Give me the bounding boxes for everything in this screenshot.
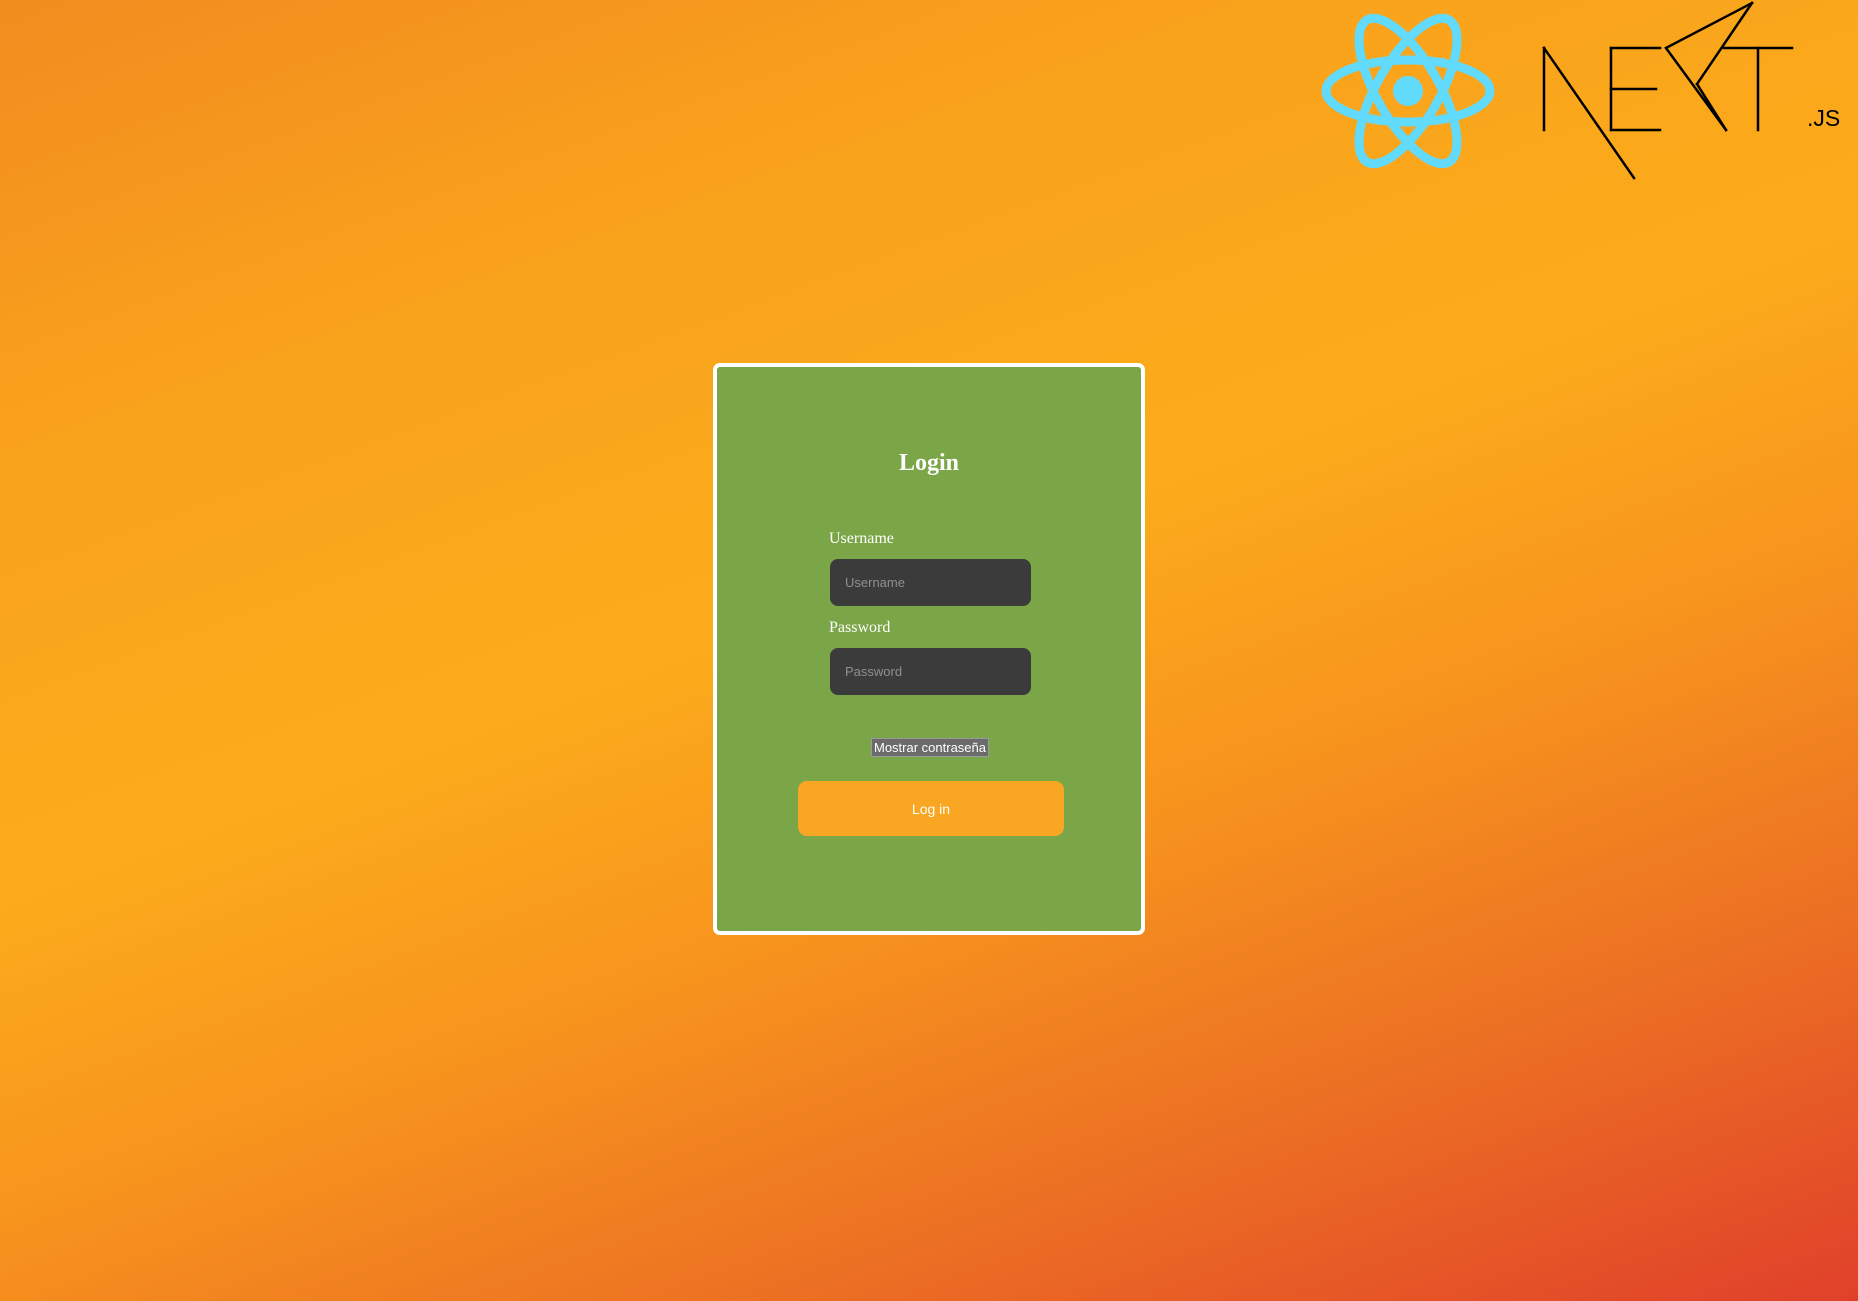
password-input[interactable] (830, 648, 1031, 695)
login-card: Login Username Password Mostrar contrase… (713, 363, 1145, 935)
nextjs-suffix: .JS (1807, 105, 1840, 131)
password-label: Password (829, 619, 891, 636)
header-logos: .JS (1310, 0, 1858, 185)
login-button[interactable]: Log in (798, 781, 1064, 836)
login-title: Login (898, 450, 960, 476)
username-label: Username (829, 530, 894, 547)
show-password-button[interactable]: Mostrar contraseña (871, 738, 989, 757)
react-atom-icon (1321, 13, 1495, 169)
nextjs-wordmark-icon: .JS (1542, 1, 1840, 180)
username-input[interactable] (830, 559, 1031, 606)
